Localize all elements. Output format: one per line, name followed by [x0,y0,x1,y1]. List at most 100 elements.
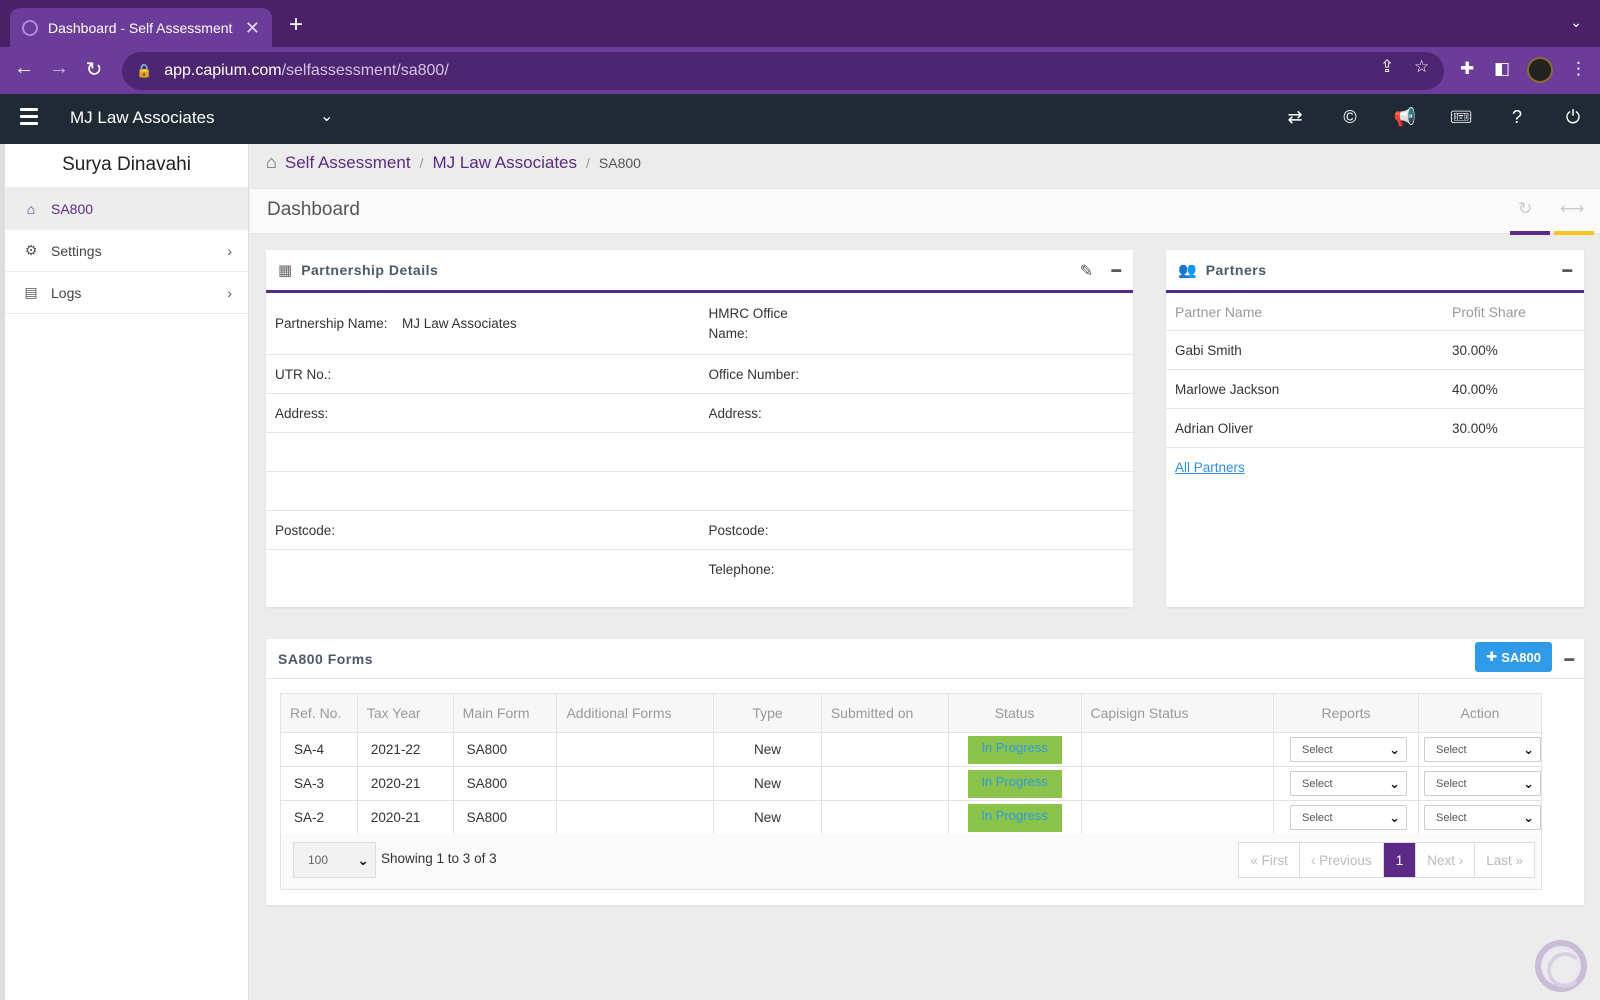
breadcrumb-self-assessment[interactable]: Self Assessment [285,153,411,173]
reload-icon[interactable]: ↻ [81,57,107,82]
collapse-icon[interactable]: ━ [1111,261,1121,281]
collapse-icon[interactable]: ━ [1564,650,1574,670]
column-header[interactable]: Tax Year [356,693,454,733]
column-header[interactable]: Status [947,693,1082,733]
breadcrumb-separator: / [419,154,424,171]
showing-count: Showing 1 to 3 of 3 [381,851,497,866]
chevron-down-icon: ⌄ [1389,741,1400,757]
status-badge: In Progress [967,803,1062,832]
last-page-button[interactable]: Last » [1475,843,1534,877]
main-form: SA800 [452,800,558,835]
sidebar-item-settings[interactable]: ⚙ Settings › [5,230,248,272]
action-cell: Select ⌄ [1418,800,1542,835]
url-path: /selfassessment/sa800/ [281,62,449,79]
table-row[interactable]: SA-3 2020-21 SA800 New In Progress Selec… [280,766,1542,801]
browser-menu-icon[interactable]: ⋮ [1570,59,1587,79]
field-label: Postcode: [708,522,769,538]
tab-search-chevron-icon[interactable]: ⌄ [1570,14,1582,31]
column-header[interactable]: Type [713,693,822,733]
column-header[interactable]: Submitted on [820,693,949,733]
capisign-status [1080,732,1275,767]
page-size-select[interactable]: 100 ⌄ [293,842,376,878]
add-sa800-button[interactable]: ✚ SA800 [1475,642,1552,672]
reports-select[interactable]: Select ⌄ [1290,805,1407,830]
column-header: Partner Name [1175,303,1263,320]
action-select[interactable]: Select ⌄ [1424,805,1541,830]
share-icon[interactable]: ⇪ [1380,57,1394,77]
client-name[interactable]: MJ Law Associates [70,108,215,128]
partner-name: Adrian Oliver [1175,420,1254,436]
url-host: app.capium.com [164,62,282,79]
close-tab-icon[interactable]: ✕ [245,18,260,39]
file-icon: ▤ [24,284,38,300]
home-icon: ⌂ [26,200,36,217]
previous-page-button[interactable]: ‹ Previous [1299,843,1384,877]
extensions-puzzle-icon[interactable]: ✚ [1460,59,1474,79]
action-select[interactable]: Select ⌄ [1424,737,1541,762]
pagination: « First ‹ Previous 1 Next › Last » [1238,842,1535,878]
partnership-row [266,472,1133,511]
chevron-down-icon: ⌄ [1523,741,1534,757]
table-row[interactable]: SA-2 2020-21 SA800 New In Progress Selec… [280,800,1542,835]
ticket-icon[interactable]: 🎟 [1449,107,1473,128]
partner-share: 30.00% [1452,342,1498,358]
back-arrow-icon[interactable]: ← [11,57,37,80]
chevron-down-icon: ⌄ [1389,809,1400,825]
reports-cell: Select ⌄ [1273,800,1419,835]
table-row[interactable]: SA-4 2021-22 SA800 New In Progress Selec… [280,732,1542,767]
switch-arrows-icon[interactable]: ⇄ [1283,107,1307,128]
sidebar-item-label: Logs [51,284,82,301]
tax-year: 2021-22 [356,732,454,767]
refresh-underline [1510,231,1550,235]
page-title-bar: Dashboard ↻ ⟷ [250,188,1600,235]
form-type: New [713,766,822,801]
action-cell: Select ⌄ [1418,766,1542,801]
megaphone-icon[interactable]: 📢 [1393,107,1417,128]
capium-logo-icon[interactable]: © [1338,107,1362,128]
expand-width-icon[interactable]: ⟷ [1560,199,1584,219]
column-header: Reports [1273,693,1419,733]
collapse-icon[interactable]: ━ [1562,261,1572,281]
capium-favicon-icon [22,20,38,36]
capium-chat-logo-icon[interactable] [1535,940,1587,992]
partnership-row: Telephone: [266,550,1133,589]
column-header[interactable]: Ref. No. [280,693,358,733]
column-header[interactable]: Main Form [452,693,558,733]
address-bar[interactable]: 🔒 app.capium.com/selfassessment/sa800/ [122,52,1444,90]
current-page-button[interactable]: 1 [1383,843,1417,877]
reports-select[interactable]: Select ⌄ [1290,737,1407,762]
bookmark-star-icon[interactable]: ☆ [1414,57,1429,77]
edit-icon[interactable]: ✎ [1080,261,1093,281]
breadcrumb-client[interactable]: MJ Law Associates [432,153,577,173]
hamburger-menu-icon[interactable] [20,108,38,129]
select-value: Select [1302,811,1333,824]
ref-no: SA-4 [280,732,358,767]
first-page-button[interactable]: « First [1239,843,1300,877]
column-header[interactable]: Additional Forms [556,693,715,733]
refresh-icon[interactable]: ↻ [1518,199,1532,219]
sidebar-item-logs[interactable]: ▤ Logs › [5,272,248,314]
sidebar: Surya Dinavahi ⌂ SA800 ⚙ Settings › ▤ Lo… [0,144,249,1000]
profile-avatar[interactable] [1527,57,1553,83]
power-icon[interactable]: ⏻ [1561,107,1585,128]
chevron-down-icon: ⌄ [357,851,369,868]
ref-no: SA-2 [280,800,358,835]
partners-panel: 👥 Partners ━ Partner Name Profit Share G… [1166,250,1584,607]
home-icon[interactable]: ⌂ [266,152,277,173]
partnership-row: Address: Address: [266,394,1133,433]
panel-title: SA800 Forms [278,650,373,667]
side-panel-icon[interactable]: ◧ [1494,59,1510,79]
forward-arrow-icon[interactable]: → [46,57,72,80]
all-partners-link[interactable]: All Partners [1166,448,1584,487]
client-dropdown-chevron-icon[interactable]: ⌄ [320,106,333,126]
action-select[interactable]: Select ⌄ [1424,771,1541,796]
status-cell: In Progress [947,732,1082,767]
reports-select[interactable]: Select ⌄ [1290,771,1407,796]
sidebar-item-sa800[interactable]: ⌂ SA800 [5,188,248,230]
help-icon[interactable]: ? [1505,107,1529,128]
column-header[interactable]: Capisign Status [1080,693,1275,733]
new-tab-icon[interactable]: + [289,11,303,39]
reports-cell: Select ⌄ [1273,766,1419,801]
browser-tab[interactable]: Dashboard - Self Assessment ✕ [10,8,272,48]
next-page-button[interactable]: Next › [1416,843,1476,877]
